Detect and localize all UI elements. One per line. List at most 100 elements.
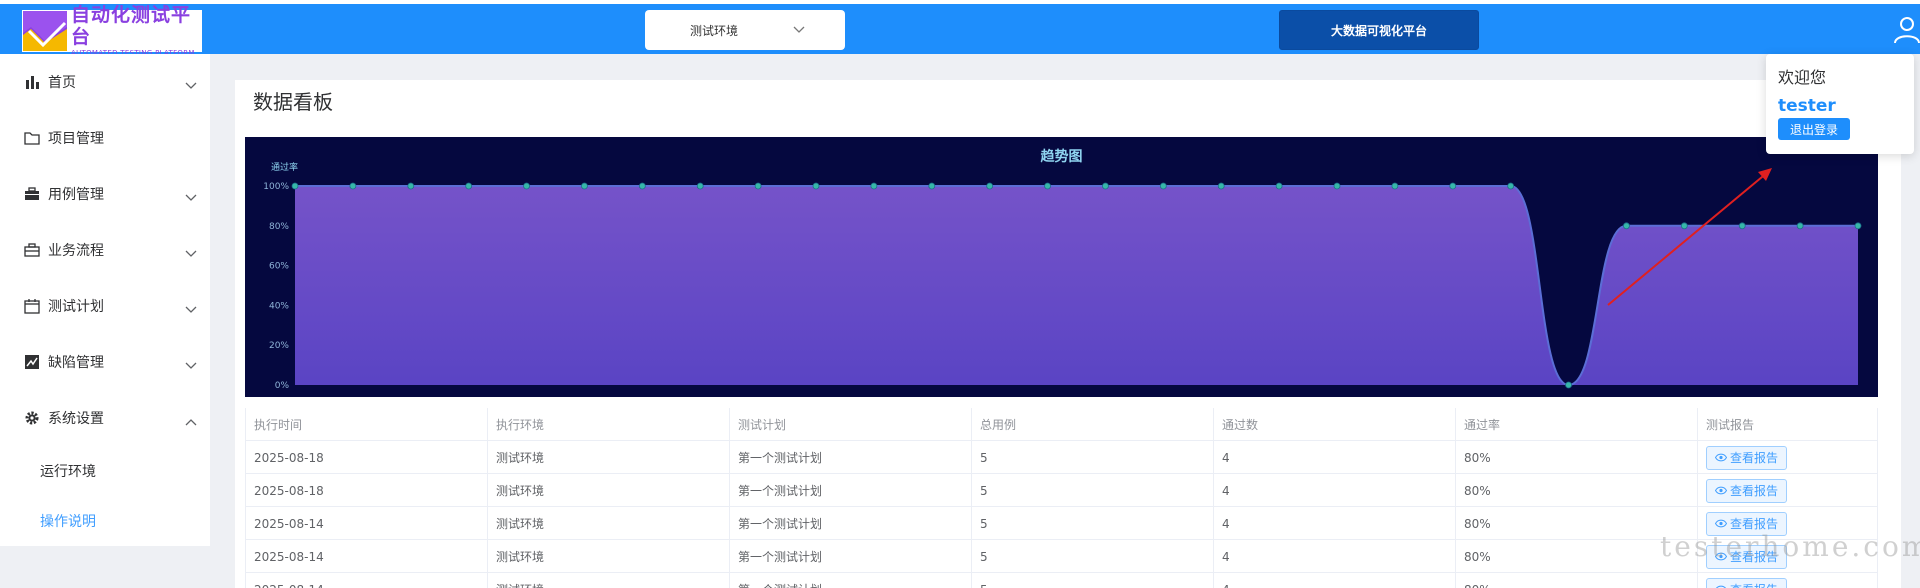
y-tick-label: 0% bbox=[275, 381, 290, 391]
table-row: 2025-08-18 测试环境 第一个测试计划 5 4 80% 查看报告 bbox=[246, 474, 1877, 507]
table-cell: 2025-08-18 bbox=[246, 474, 488, 507]
table-cell: 80% bbox=[1456, 573, 1698, 588]
table-cell-report: 查看报告 bbox=[1698, 474, 1877, 507]
view-report-button[interactable]: 查看报告 bbox=[1706, 577, 1788, 588]
eye-icon bbox=[1715, 519, 1727, 528]
data-point bbox=[1044, 182, 1051, 190]
sidebar-item-business-flow[interactable]: 业务流程 bbox=[0, 222, 210, 278]
sidebar-item-label: 项目管理 bbox=[48, 131, 104, 147]
y-tick-label: 60% bbox=[269, 262, 289, 272]
data-point bbox=[1391, 182, 1399, 190]
data-point bbox=[812, 182, 820, 190]
bar-chart-icon bbox=[24, 74, 40, 90]
data-point bbox=[523, 182, 530, 190]
table-cell: 5 bbox=[972, 474, 1214, 507]
sidebar-subitem-label: 操作说明 bbox=[40, 514, 96, 530]
environment-select[interactable]: 测试环境 bbox=[645, 10, 845, 50]
view-report-button[interactable]: 查看报告 bbox=[1706, 478, 1788, 503]
view-report-button[interactable]: 查看报告 bbox=[1706, 445, 1788, 470]
eye-icon bbox=[1715, 453, 1727, 462]
table-cell: 80% bbox=[1456, 441, 1698, 474]
table-cell: 测试环境 bbox=[488, 507, 730, 540]
data-point bbox=[870, 182, 878, 190]
table-cell: 测试环境 bbox=[488, 441, 730, 474]
chevron-down-icon bbox=[185, 302, 197, 318]
sidebar: 首页 项目管理 用例管理 业务流程 测试计划 缺陷管理 系统设置 运行环境 操作… bbox=[0, 54, 210, 546]
sidebar-item-label: 用例管理 bbox=[48, 187, 104, 203]
data-point bbox=[349, 182, 357, 190]
gear-icon bbox=[24, 410, 40, 426]
table-cell: 第一个测试计划 bbox=[730, 507, 972, 540]
data-point bbox=[754, 182, 762, 190]
welcome-text: 欢迎您 bbox=[1778, 68, 1827, 87]
environment-select-value: 测试环境 bbox=[690, 23, 739, 38]
table-cell: 第一个测试计划 bbox=[730, 573, 972, 588]
table-row: 2025-08-14测试环境第一个测试计划5480% 查看报告 bbox=[246, 573, 1877, 588]
view-report-label: 查看报告 bbox=[1730, 484, 1779, 498]
data-point bbox=[638, 182, 646, 190]
table-cell: 5 bbox=[972, 540, 1214, 573]
sidebar-subitem-run-env[interactable]: 运行环境 bbox=[0, 446, 210, 496]
table-cell: 第一个测试计划 bbox=[730, 441, 972, 474]
user-dropdown: 欢迎您 tester 退出登录 bbox=[1766, 54, 1914, 154]
y-tick-label: 100% bbox=[263, 182, 289, 192]
sidebar-subitem-instructions[interactable]: 操作说明 bbox=[0, 496, 210, 546]
user-icon[interactable] bbox=[1894, 16, 1920, 44]
data-point bbox=[1159, 182, 1167, 190]
briefcase-icon bbox=[24, 186, 40, 202]
chevron-down-icon bbox=[185, 190, 197, 206]
sidebar-item-label: 测试计划 bbox=[48, 299, 104, 315]
app-logo[interactable]: 自动化测试平台 AUTOMATED TESTING PLATFORM bbox=[22, 4, 202, 57]
sidebar-item-projects[interactable]: 项目管理 bbox=[0, 110, 210, 166]
bigdata-platform-button[interactable]: 大数据可视化平台 bbox=[1279, 10, 1479, 50]
sidebar-item-label: 系统设置 bbox=[48, 411, 104, 427]
y-axis-label: 通过率 bbox=[271, 161, 298, 173]
table-cell: 第一个测试计划 bbox=[730, 474, 972, 507]
top-header: 自动化测试平台 AUTOMATED TESTING PLATFORM 测试环境 … bbox=[0, 0, 1920, 57]
data-point bbox=[1102, 182, 1109, 190]
data-point bbox=[1275, 182, 1283, 190]
table-cell-report: 查看报告 bbox=[1698, 573, 1877, 588]
table-row: 2025-08-18 测试环境 第一个测试计划 5 4 80% 查看报告 bbox=[246, 441, 1877, 474]
chevron-up-icon bbox=[185, 414, 197, 430]
column-header: 测试计划 bbox=[730, 408, 972, 441]
data-point bbox=[1217, 182, 1225, 190]
table-cell: 2025-08-14 bbox=[246, 540, 488, 573]
column-header: 总用例 bbox=[972, 408, 1214, 441]
column-header: 通过率 bbox=[1456, 408, 1698, 441]
column-header: 执行环境 bbox=[488, 408, 730, 441]
table-cell: 5 bbox=[972, 573, 1214, 588]
y-tick-label: 20% bbox=[269, 341, 289, 351]
trend-icon bbox=[24, 354, 40, 370]
chevron-down-icon bbox=[185, 246, 197, 262]
table-cell: 测试环境 bbox=[488, 474, 730, 507]
data-point bbox=[1507, 182, 1515, 190]
username: tester bbox=[1778, 96, 1836, 116]
table-header-row: 执行时间 执行环境 测试计划 总用例 通过数 通过率 测试报告 bbox=[246, 408, 1877, 441]
column-header: 通过数 bbox=[1214, 408, 1456, 441]
sidebar-item-home[interactable]: 首页 bbox=[0, 54, 210, 110]
data-point bbox=[291, 182, 299, 190]
folder-icon bbox=[24, 130, 40, 146]
logout-button[interactable]: 退出登录 bbox=[1778, 118, 1850, 140]
page-title: 数据看板 bbox=[253, 90, 333, 114]
table-cell: 4 bbox=[1214, 573, 1456, 588]
data-point bbox=[986, 182, 994, 190]
sidebar-footer bbox=[0, 546, 210, 588]
data-point bbox=[465, 182, 473, 190]
sidebar-item-test-plan[interactable]: 测试计划 bbox=[0, 278, 210, 334]
sidebar-item-settings[interactable]: 系统设置 bbox=[0, 390, 210, 446]
suitcase-icon bbox=[24, 242, 40, 258]
table-cell: 4 bbox=[1214, 474, 1456, 507]
sidebar-item-defects[interactable]: 缺陷管理 bbox=[0, 334, 210, 390]
table-cell: 80% bbox=[1456, 474, 1698, 507]
annotation-arrow-icon bbox=[1607, 168, 1772, 306]
sidebar-item-cases[interactable]: 用例管理 bbox=[0, 166, 210, 222]
data-point bbox=[581, 182, 588, 190]
chevron-down-icon bbox=[185, 358, 197, 374]
table-cell: 测试环境 bbox=[488, 540, 730, 573]
sidebar-subitem-label: 运行环境 bbox=[40, 464, 96, 480]
table-cell-report: 查看报告 bbox=[1698, 441, 1877, 474]
data-point bbox=[1565, 381, 1572, 389]
y-tick-label: 80% bbox=[269, 222, 289, 232]
